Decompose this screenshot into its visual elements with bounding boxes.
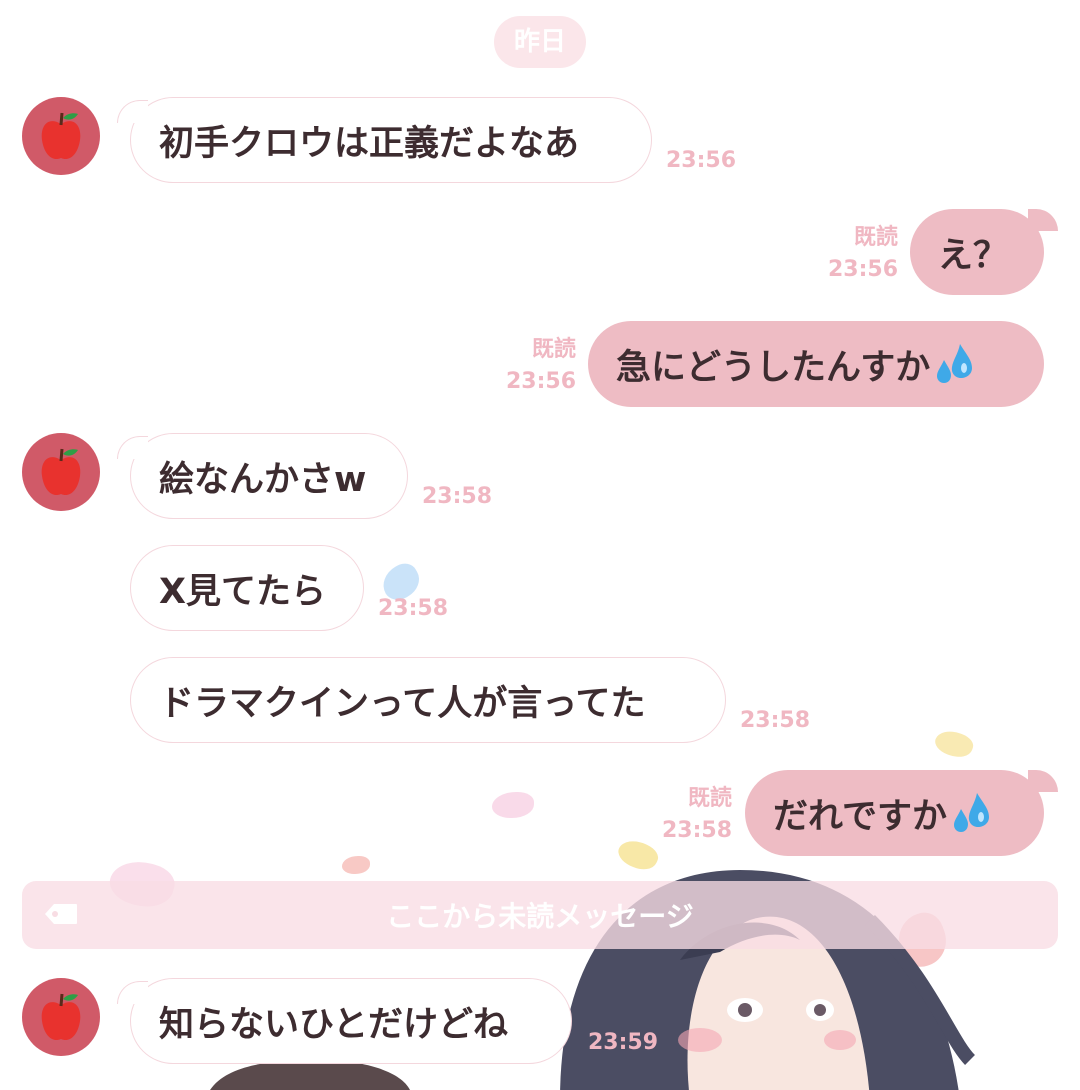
message-text: X見てたら — [159, 571, 326, 612]
apple-icon — [41, 112, 81, 160]
apple-icon — [41, 993, 81, 1041]
sweat-drops-icon — [953, 793, 989, 832]
message-text: だれですか — [773, 796, 947, 837]
message-bubble-incoming[interactable]: 知らないひとだけどね — [117, 978, 572, 1064]
avatar[interactable] — [22, 978, 100, 1056]
message-bubble-incoming[interactable]: ドラマクインって人が言ってた — [130, 657, 726, 743]
message-text: ドラマクインって人が言ってた — [159, 683, 646, 724]
message-timestamp: 23:58 — [378, 596, 449, 621]
read-receipt: 既読 23:56 — [828, 225, 899, 282]
message-text: 知らないひとだけどね — [159, 1004, 508, 1045]
decoration-petal — [492, 792, 534, 818]
message-bubble-incoming[interactable]: 絵なんかさw — [117, 433, 408, 519]
apple-icon — [41, 448, 81, 496]
message-bubble-incoming[interactable]: 初手クロウは正義だよなあ — [117, 97, 652, 183]
message-text: 絵なんかさw — [159, 459, 367, 500]
message-timestamp: 23:59 — [588, 1030, 659, 1055]
message-bubble-incoming[interactable]: X見てたら — [130, 545, 364, 631]
message-text: 初手クロウは正義だよなあ — [159, 123, 580, 164]
unread-divider: ここから未読メッセージ — [22, 881, 1058, 949]
message-timestamp: 23:58 — [422, 484, 493, 509]
message-text: 急にどうしたんすか — [616, 347, 931, 388]
decoration-petal — [932, 726, 976, 762]
unread-divider-label: ここから未読メッセージ — [386, 900, 694, 933]
message-text: え？ — [938, 235, 1009, 276]
decoration-petal — [342, 856, 370, 874]
read-receipt: 既読 23:56 — [506, 337, 577, 394]
avatar[interactable] — [22, 433, 100, 511]
date-divider: 昨日 — [494, 16, 586, 68]
message-bubble-outgoing[interactable]: だれですか — [745, 770, 1058, 856]
avatar[interactable] — [22, 97, 100, 175]
sweat-drops-icon — [937, 344, 973, 383]
message-bubble-outgoing[interactable]: 急にどうしたんすか — [588, 321, 1044, 407]
tag-icon — [45, 904, 77, 924]
background-illustration-left — [210, 1060, 410, 1090]
message-timestamp: 23:58 — [740, 708, 811, 733]
read-receipt: 既読 23:58 — [662, 786, 733, 843]
message-bubble-outgoing[interactable]: え？ — [910, 209, 1058, 295]
message-timestamp: 23:56 — [666, 148, 737, 173]
